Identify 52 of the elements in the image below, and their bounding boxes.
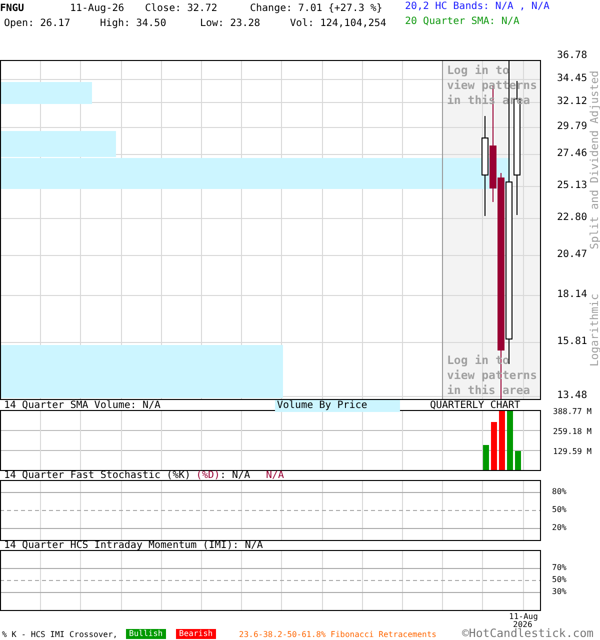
volume-bar — [515, 451, 521, 471]
panel-title: (%D) — [196, 470, 220, 482]
period-label: QUARTERLY CHART — [430, 400, 520, 412]
axis-label: 22.80 — [557, 212, 588, 224]
volume-by-price-label: Volume By Price — [275, 400, 400, 412]
axis-label: 30% — [552, 587, 566, 597]
volume-bar — [507, 410, 513, 471]
date-label: 2026 — [513, 621, 532, 629]
panel-title: N/A — [266, 470, 284, 482]
fibonacci-label: 23.6-38.2-50-61.8% Fibonacci Retracements — [239, 630, 436, 640]
axis-label: 259.18 M — [553, 427, 592, 437]
axis-label: 388.77 M — [553, 407, 592, 417]
bands-label: 20,2 HC Bands: N/A , N/A — [405, 1, 550, 13]
axis-label: 32.12 — [557, 96, 588, 108]
sma-label: 20 Quarter SMA: N/A — [405, 16, 520, 28]
axis-label: 18.14 — [557, 289, 588, 301]
bullish-badge: Bullish — [126, 629, 166, 639]
panel-title: : N/A — [220, 470, 250, 482]
axis-note: Split and Dividend Adjusted — [588, 70, 600, 250]
axis-label: 20% — [552, 523, 566, 533]
axis-label: 20.47 — [557, 249, 588, 261]
open-price: Open: 26.17 — [4, 18, 70, 30]
volume-bar — [483, 445, 489, 471]
panel-title: 14 Quarter Fast Stochastic (%K) — [4, 470, 191, 482]
axis-label: 29.79 — [557, 121, 588, 133]
axis-label: 27.46 — [557, 148, 588, 160]
axis-label: 50% — [552, 505, 566, 515]
axis-label: 129.59 M — [553, 447, 592, 457]
price-change: Change: 7.01 {+27.3 %} — [250, 3, 382, 15]
volume-bar — [491, 422, 497, 471]
panel-title: 14 Quarter HCS Intraday Momentum (IMI): N/A — [4, 540, 263, 552]
low-price: Low: 23.28 — [200, 18, 260, 30]
axis-label: 80% — [552, 487, 566, 497]
axis-label: 34.45 — [557, 73, 588, 85]
bearish-badge: Bearish — [176, 629, 216, 639]
legend-label: % K - HCS IMI Crossover, — [2, 630, 118, 640]
close-price: Close: 32.72 — [145, 3, 218, 15]
ticker-symbol: FNGU — [0, 3, 24, 15]
panel-title: 14 Quarter SMA Volume: N/A — [4, 400, 161, 412]
axis-label: 36.78 — [557, 50, 588, 62]
axis-label: 25.13 — [557, 180, 588, 192]
quote-date: 11-Aug-26 — [70, 3, 124, 15]
volume-value: Vol: 124,104,254 — [290, 18, 386, 30]
high-price: High: 34.50 — [100, 18, 166, 30]
volume-bar — [499, 410, 505, 471]
date-label: 11-Aug — [509, 613, 538, 621]
axis-label: 15.81 — [557, 336, 588, 348]
axis-label: 13.48 — [557, 390, 588, 402]
axis-label: 50% — [552, 575, 566, 585]
axis-label: 70% — [552, 563, 566, 573]
axis-note: Logarithmic — [588, 292, 600, 368]
copyright-label: ©HotCandlestick.com — [462, 626, 594, 640]
